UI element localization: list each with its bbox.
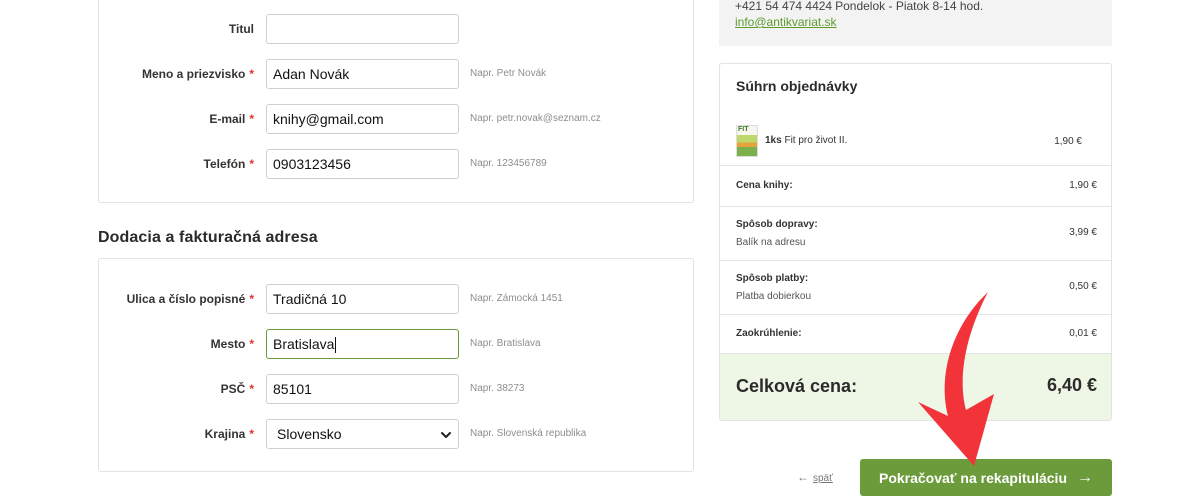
phone-hint: Napr. 123456789 (470, 158, 547, 169)
back-link[interactable]: ← späť (797, 470, 833, 484)
email-label: E-mail * (209, 112, 254, 126)
street-hint: Napr. Zámocká 1451 (470, 293, 563, 304)
contact-hours: Pondelok - Piatok 8-14 hod. (835, 0, 984, 13)
name-input[interactable] (266, 59, 459, 89)
city-hint: Napr. Bratislava (470, 338, 541, 349)
street-input[interactable] (266, 284, 459, 314)
address-section-title: Dodacia a fakturačná adresa (98, 229, 318, 246)
form-row-zip: PSČ* Napr. 38273 (99, 374, 695, 404)
country-label: Krajina * (204, 427, 254, 441)
form-row-street: Ulica a číslo popisné* Napr. Zámocká 145… (99, 284, 695, 314)
summary-row-shipping: Spôsob dopravy: Balík na adresu 3,99 € (720, 206, 1111, 261)
form-row-city: Mesto * Bratislava Napr. Bratislava (99, 329, 695, 359)
text-cursor (335, 337, 337, 354)
book-thumbnail-text: FIT (738, 126, 749, 133)
zip-label: PSČ * (220, 382, 254, 396)
form-row-country: Krajina * Slovensko Napr. Slovenská repub… (99, 419, 695, 449)
address-card: Ulica a číslo popisné* Napr. Zámocká 145… (98, 258, 694, 472)
zip-input[interactable] (266, 374, 459, 404)
summary-total: Celková cena: 6,40 € (720, 353, 1111, 420)
arrow-right-icon: → (1077, 468, 1093, 486)
chevron-down-icon (441, 432, 451, 438)
form-row-title: Titul (99, 14, 695, 44)
form-row-phone: Telefón* Napr. 123456789 (99, 149, 695, 179)
total-value: 6,40 € (1046, 375, 1097, 395)
order-summary: Súhrn objednávky FIT 1ks Fit pro život I… (719, 63, 1112, 421)
city-input[interactable]: Bratislava (266, 329, 459, 359)
country-select[interactable]: Slovensko (266, 419, 459, 449)
title-input[interactable] (266, 14, 459, 44)
continue-button-label: Pokračovať na rekapituláciu (878, 469, 1067, 486)
summary-row-payment: Spôsob platby: Platba dobierkou 0,50 € (720, 260, 1111, 315)
summary-row-book-price: Cena knihy: 1,90 € (720, 165, 1111, 207)
phone-label: Telefón * (203, 157, 254, 171)
street-label: Ulica a číslo popisné * (126, 292, 254, 306)
email-hint: Napr. petr.novak@seznam.cz (470, 113, 601, 124)
name-hint: Napr. Petr Novák (470, 68, 547, 79)
continue-to-recap-button[interactable]: Pokračovať na rekapituláciu → (860, 459, 1112, 496)
summary-title: Súhrn objednávky (736, 78, 858, 94)
contact-phone: +421 54 474 4424 (735, 0, 833, 13)
form-row-name: Meno a priezvisko* Napr. Petr Novák (99, 59, 695, 89)
title-label: Titul (228, 22, 254, 36)
city-label: Mesto * (210, 337, 254, 351)
name-label: Meno a priezvisko * (141, 67, 254, 81)
phone-input[interactable] (266, 149, 459, 179)
city-value: Bratislava (273, 336, 335, 352)
arrow-left-icon: ← (797, 470, 809, 484)
summary-row-rounding: Zaokrúhlenie: 0,01 € (720, 314, 1111, 354)
email-input[interactable] (266, 104, 459, 134)
contact-phone-hours: +421 54 474 4424 Pondelok - Piatok 8-14 h… (735, 0, 983, 13)
country-hint: Napr. Slovenská republika (470, 428, 587, 439)
zip-hint: Napr. 38273 (470, 383, 525, 394)
country-selected-value: Slovensko (277, 426, 342, 442)
item-price: 1,90 € (1054, 136, 1082, 147)
item-name: 1ks Fit pro život II. (765, 135, 848, 146)
book-thumbnail[interactable]: FIT (736, 125, 758, 157)
total-label: Celková cena: (736, 376, 858, 396)
form-row-email: E-mail* Napr. petr.novak@seznam.cz (99, 104, 695, 134)
personal-info-card: Titul Meno a priezvisko* Napr. Petr Nová… (98, 0, 694, 203)
contact-email-link[interactable]: info@antikvariat.sk (735, 15, 837, 29)
